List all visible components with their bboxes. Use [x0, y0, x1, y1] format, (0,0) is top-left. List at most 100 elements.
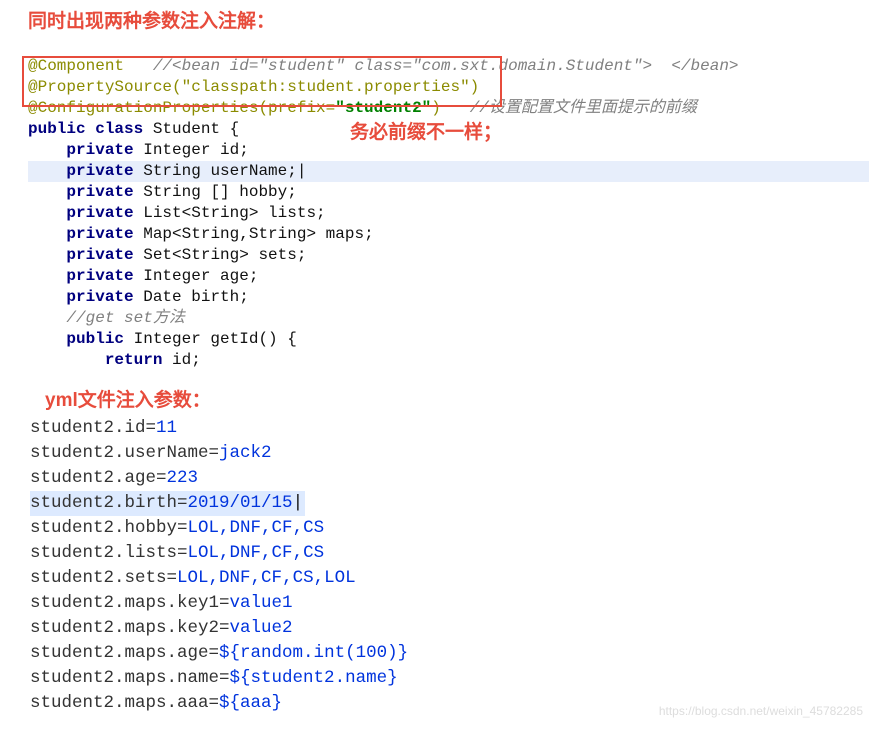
kw-private: private — [28, 162, 134, 180]
line-field-age: private Integer age; — [28, 267, 258, 285]
field-username: String userName; — [134, 162, 297, 180]
field-age: Integer age; — [134, 267, 259, 285]
line-comment-getset: //get set方法 — [28, 309, 185, 327]
line-component: @Component //<bean id="student" class="c… — [28, 57, 739, 75]
text-cursor: | — [297, 162, 307, 180]
prop-key: student2.maps.name — [30, 668, 219, 688]
prop-key: student2.sets — [30, 568, 167, 588]
prop-value: ${random.int(100)} — [219, 643, 408, 663]
line-field-username: private String userName;| — [28, 161, 869, 182]
kw-return: return — [28, 351, 162, 369]
annotation-configprops: @ConfigurationProperties — [28, 99, 258, 117]
class-name: Student { — [143, 120, 239, 138]
line-field-sets: private Set<String> sets; — [28, 246, 306, 264]
prop-line: student2.age=223 — [30, 468, 198, 488]
prop-line: student2.maps.name=${student2.name} — [30, 668, 398, 688]
prop-line-highlighted: student2.birth=2019/01/15| — [30, 491, 305, 516]
prop-line: student2.sets=LOL,DNF,CF,CS,LOL — [30, 568, 356, 588]
line-configprops: @ConfigurationProperties(prefix="student… — [28, 99, 697, 117]
prop-value: value1 — [230, 593, 293, 613]
equals-sign: = — [146, 418, 157, 438]
param-close: ) — [431, 99, 441, 117]
prop-line: student2.maps.key2=value2 — [30, 618, 293, 638]
prop-key: student2.maps.age — [30, 643, 209, 663]
kw-public: public — [28, 330, 124, 348]
equals-sign: = — [167, 568, 178, 588]
prop-key: student2.maps.aaa — [30, 693, 209, 713]
string-prefix: "student2" — [335, 99, 431, 117]
prop-value: value2 — [230, 618, 293, 638]
equals-sign: = — [219, 668, 230, 688]
text-cursor: | — [293, 493, 304, 513]
prop-value: 223 — [167, 468, 199, 488]
line-field-id: private Integer id; — [28, 141, 249, 159]
prop-line: student2.maps.age=${random.int(100)} — [30, 643, 408, 663]
java-code-block: @Component //<bean id="student" class="c… — [0, 35, 869, 371]
prop-key: student2.hobby — [30, 518, 177, 538]
prop-value: LOL,DNF,CF,CS,LOL — [177, 568, 356, 588]
annotation-component: @Component — [28, 57, 124, 75]
return-id: id; — [162, 351, 200, 369]
prop-key: student2.userName — [30, 443, 209, 463]
field-hobby: String [] hobby; — [134, 183, 297, 201]
field-maps: Map<String,String> maps; — [134, 225, 374, 243]
line-return-id: return id; — [28, 351, 201, 369]
line-propertysource: @PropertySource("classpath:student.prope… — [28, 78, 479, 96]
equals-sign: = — [209, 643, 220, 663]
prop-value: ${aaa} — [219, 693, 282, 713]
comment-bean: //<bean id="student" class="com.sxt.doma… — [153, 57, 739, 75]
prop-line: student2.hobby=LOL,DNF,CF,CS — [30, 518, 324, 538]
comment-prefix-note: //设置配置文件里面提示的前缀 — [470, 99, 697, 117]
kw-private: private — [28, 141, 134, 159]
comment-getset: //get set方法 — [28, 309, 185, 327]
line-method-getid: public Integer getId() { — [28, 330, 297, 348]
line-class-decl: public class Student { — [28, 120, 239, 138]
prop-key: student2.lists — [30, 543, 177, 563]
note-prefix-different: 务必前缀不一样； — [350, 117, 502, 144]
kw-private: private — [28, 246, 134, 264]
equals-sign: = — [219, 593, 230, 613]
prop-line: student2.maps.key1=value1 — [30, 593, 293, 613]
prop-key: student2.maps.key2 — [30, 618, 219, 638]
kw-private: private — [28, 225, 134, 243]
section-title-yml: yml文件注入参数： — [0, 385, 869, 412]
prop-line: student2.id=11 — [30, 418, 177, 438]
prop-line: student2.userName=jack2 — [30, 443, 272, 463]
equals-sign: = — [177, 543, 188, 563]
equals-sign: = — [177, 493, 188, 513]
prop-value: 2019/01/15 — [188, 493, 293, 513]
field-sets: Set<String> sets; — [134, 246, 307, 264]
annotation-propertysource: @PropertySource("classpath:student.prope… — [28, 78, 479, 96]
equals-sign: = — [209, 693, 220, 713]
method-getid: Integer getId() { — [124, 330, 297, 348]
field-id: Integer id; — [134, 141, 249, 159]
equals-sign: = — [177, 518, 188, 538]
prop-value: 11 — [156, 418, 177, 438]
prop-value: LOL,DNF,CF,CS — [188, 518, 325, 538]
section-title-annotations: 同时出现两种参数注入注解： — [0, 6, 869, 35]
kw-private: private — [28, 267, 134, 285]
param-open: (prefix= — [258, 99, 335, 117]
line-field-hobby: private String [] hobby; — [28, 183, 297, 201]
equals-sign: = — [156, 468, 167, 488]
prop-value: ${student2.name} — [230, 668, 398, 688]
prop-line: student2.lists=LOL,DNF,CF,CS — [30, 543, 324, 563]
prop-key: student2.birth — [30, 493, 177, 513]
watermark-text: https://blog.csdn.net/weixin_45782285 — [659, 704, 863, 718]
prop-line: student2.maps.aaa=${aaa} — [30, 693, 282, 713]
kw-public: public — [28, 120, 86, 138]
properties-block: student2.id=11 student2.userName=jack2 s… — [0, 416, 869, 716]
line-field-lists: private List<String> lists; — [28, 204, 326, 222]
kw-private: private — [28, 183, 134, 201]
line-field-maps: private Map<String,String> maps; — [28, 225, 374, 243]
prop-value: jack2 — [219, 443, 272, 463]
kw-private: private — [28, 204, 134, 222]
equals-sign: = — [219, 618, 230, 638]
prop-key: student2.id — [30, 418, 146, 438]
kw-class: class — [86, 120, 144, 138]
kw-private: private — [28, 288, 134, 306]
line-field-birth: private Date birth; — [28, 288, 249, 306]
field-birth: Date birth; — [134, 288, 249, 306]
equals-sign: = — [209, 443, 220, 463]
prop-key: student2.age — [30, 468, 156, 488]
